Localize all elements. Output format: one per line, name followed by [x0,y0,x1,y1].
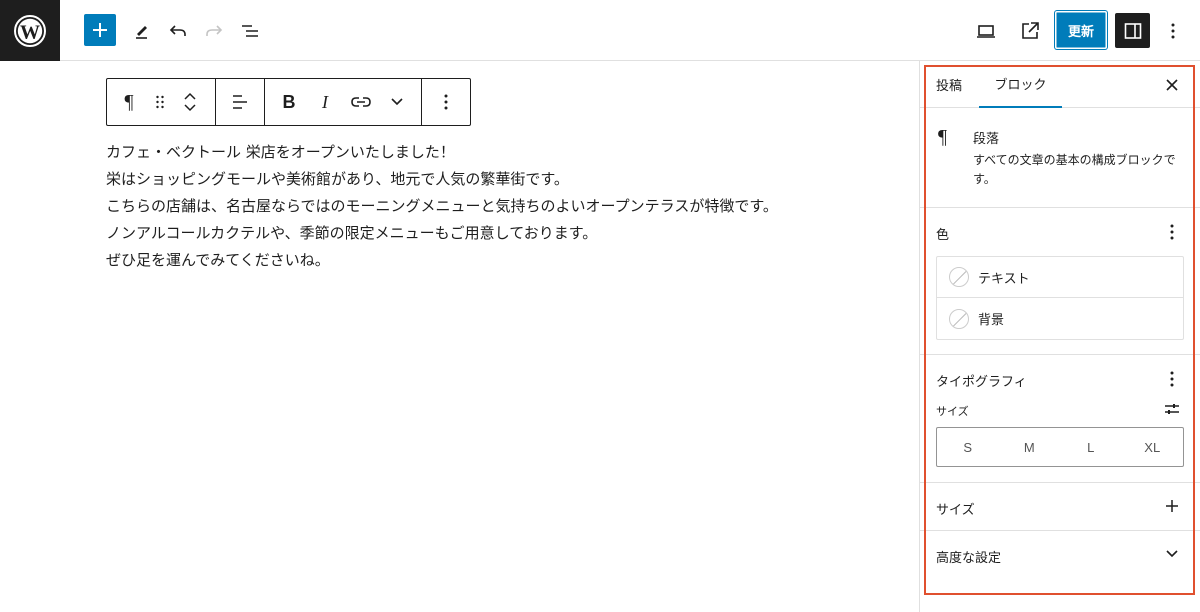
kebab-icon [1170,371,1174,387]
desktop-icon [977,25,995,38]
update-button[interactable]: 更新 [1055,11,1107,49]
font-size-l[interactable]: L [1060,428,1122,466]
link-icon [351,97,371,107]
kebab-icon [444,94,448,110]
tools-button[interactable] [125,14,159,48]
font-size-label: サイズ [936,405,969,418]
external-link-icon [1022,22,1039,39]
color-swatch [949,267,969,287]
color-item-label: テキスト [978,271,1030,287]
italic-button[interactable]: I [309,79,341,125]
add-block-button[interactable] [84,14,116,46]
close-icon [1166,79,1178,91]
block-options-group [422,79,470,125]
paragraph-line: ぜひ足を運んでみてくださいね。 [106,251,330,269]
font-size-m[interactable]: M [999,428,1061,466]
block-movers [177,79,203,125]
pencil-icon [136,26,147,39]
font-size-s[interactable]: S [937,428,999,466]
more-formatting-button[interactable] [381,79,413,125]
kebab-icon [1170,224,1174,240]
color-swatch [949,308,969,329]
chevron-down-icon [1166,550,1178,558]
typography-panel: タイポグラフィ サイズ S M L XL [920,355,1200,483]
align-left-icon [233,95,247,109]
font-size-picker: S M L XL [936,427,1184,467]
wordpress-logo-button[interactable]: W [0,0,60,61]
editor-header: W 更新 [0,0,1200,61]
settings-toggle-button[interactable] [1115,13,1150,48]
wordpress-icon: W [14,14,46,47]
chevron-down-icon [391,98,403,106]
close-sidebar-button[interactable] [1160,73,1184,97]
list-view-icon [242,25,258,37]
typography-panel-title: タイポグラフィ [936,375,1027,390]
link-button[interactable] [341,79,381,125]
font-size-xl[interactable]: XL [1122,428,1184,466]
plus-icon [1166,500,1178,512]
settings-sidebar: 投稿 ブロック ¶ 段落 すべての文章の基本の構成ブロックです。 色 テキスト [919,61,1200,612]
color-panel-title: 色 [936,228,950,243]
block-type-button[interactable]: ¶ [107,79,151,125]
undo-icon [169,25,186,36]
drag-handle-icon [156,95,164,109]
advanced-panel-title: 高度な設定 [936,551,1002,566]
redo-button[interactable] [197,14,231,48]
preview-button[interactable] [969,14,1003,48]
kebab-icon [1171,23,1175,39]
chevron-up-icon[interactable] [183,90,197,102]
tab-post[interactable]: 投稿 [936,61,962,108]
undo-button[interactable] [161,14,195,48]
options-menu-button[interactable] [1156,14,1190,48]
color-options-button[interactable] [1162,220,1182,244]
redo-icon [206,25,223,36]
block-card-title: 段落 [973,132,1000,147]
view-post-button[interactable] [1013,14,1047,48]
custom-size-button[interactable] [1162,399,1182,419]
block-card-description: すべての文章の基本の構成ブロックです。 [973,153,1176,186]
block-switcher-group: ¶ [107,79,216,125]
expand-advanced-button[interactable] [1162,544,1182,564]
bold-button[interactable]: B [269,79,309,125]
advanced-panel[interactable]: 高度な設定 [920,531,1200,581]
sidebar-tabs: 投稿 ブロック [920,61,1200,108]
settings-sliders-icon [1165,404,1179,414]
drag-handle[interactable] [151,79,169,125]
color-item-background[interactable]: 背景 [937,298,1183,339]
paragraph-line: 栄はショッピングモールや美術館があり、地元で人気の繁華街です。 [106,170,569,188]
typography-options-button[interactable] [1162,367,1182,391]
paragraph-block[interactable]: カフェ・ベクトール 栄店をオープンいたしました！ 栄はショッピングモールや美術館… [106,139,806,274]
block-toolbar: ¶ B I [106,78,471,126]
color-panel: 色 テキスト 背景 [920,208,1200,355]
color-item-label: 背景 [978,313,1005,328]
settings-icon [1124,22,1141,39]
align-button[interactable] [216,79,264,125]
paragraph-line: こちらの店舗は、名古屋ならではのモーニングメニューと気持ちのよいオープンテラスが… [106,197,778,215]
paragraph-line: ノンアルコールカクテルや、季節の限定メニューもご用意しております。 [106,224,598,242]
formatting-group: B I [265,79,422,125]
tab-block[interactable]: ブロック [979,61,1062,108]
plus-icon [93,23,107,37]
dimensions-panel-title: サイズ [936,503,975,518]
paragraph-line: カフェ・ベクトール 栄店をオープンいたしました！ [106,143,455,161]
color-item-text[interactable]: テキスト [937,257,1183,298]
color-items: テキスト 背景 [936,256,1184,340]
dimensions-panel[interactable]: サイズ [920,483,1200,531]
alignment-group [216,79,265,125]
list-view-button[interactable] [233,14,267,48]
paragraph-icon: ¶ [938,126,948,148]
chevron-down-icon[interactable] [183,102,197,114]
svg-text:W: W [20,21,40,43]
add-dimension-button[interactable] [1162,496,1182,516]
block-options-button[interactable] [422,79,470,125]
block-card: ¶ 段落 すべての文章の基本の構成ブロックです。 [920,108,1200,208]
